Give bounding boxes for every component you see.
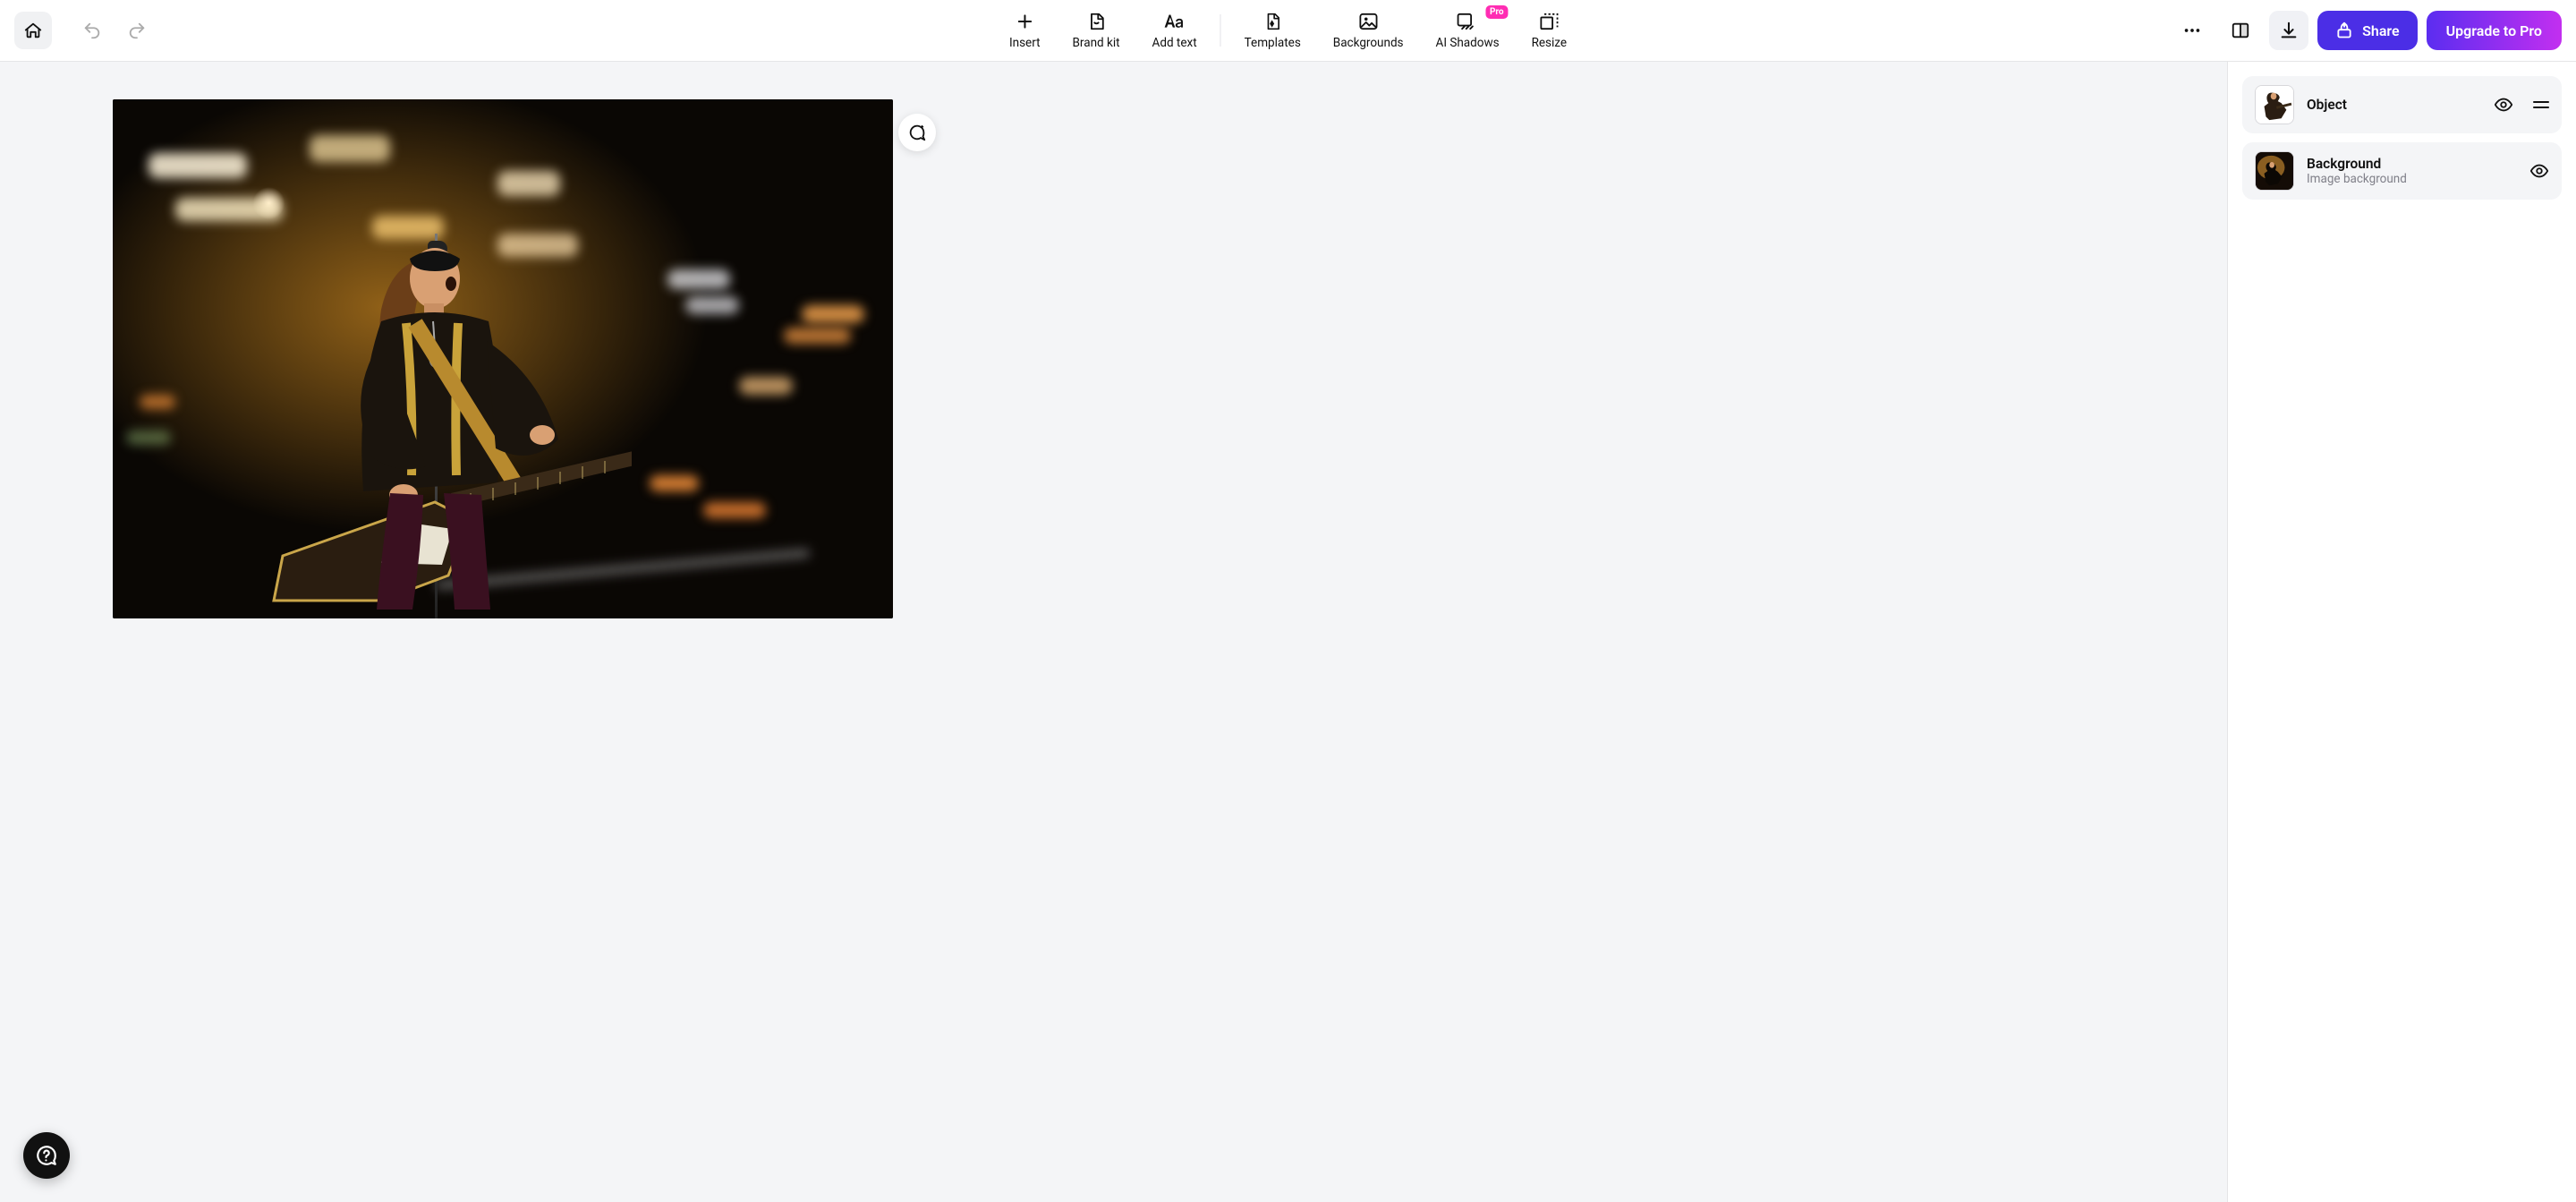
- bokeh: [310, 135, 390, 162]
- bokeh: [667, 269, 730, 289]
- layer-object[interactable]: Object: [2242, 76, 2562, 133]
- comment-icon: [907, 123, 927, 142]
- backgrounds-button[interactable]: Backgrounds: [1317, 11, 1420, 50]
- layer-object-thumb: [2255, 85, 2294, 124]
- guitarist-object[interactable]: [247, 225, 632, 610]
- aishadows-button[interactable]: Pro AI Shadows: [1420, 11, 1516, 50]
- text-icon: [1163, 13, 1186, 30]
- backgrounds-label: Backgrounds: [1333, 36, 1404, 50]
- canvas-area[interactable]: [0, 62, 2227, 1202]
- layer-background-title: Background: [2307, 156, 2407, 172]
- layer-background-thumb: [2255, 151, 2294, 191]
- layer-background-subtitle: Image background: [2307, 172, 2407, 186]
- insert-label: Insert: [1009, 36, 1041, 50]
- more-icon: [2182, 21, 2202, 40]
- bokeh: [497, 171, 560, 196]
- main-area: Object Background Image background: [0, 62, 2576, 1202]
- layer-object-drag[interactable]: [2533, 98, 2549, 111]
- undo-redo-group: [81, 19, 149, 42]
- addtext-button[interactable]: Add text: [1136, 11, 1213, 50]
- help-button[interactable]: [23, 1132, 70, 1179]
- undo-icon: [82, 21, 102, 40]
- brandkit-icon: [1086, 12, 1106, 31]
- bokeh: [126, 431, 171, 445]
- bokeh: [802, 305, 864, 323]
- guitarist-illustration: [247, 225, 632, 610]
- home-icon: [23, 21, 43, 40]
- layer-object-title: Object: [2307, 97, 2347, 113]
- bokeh: [140, 395, 175, 409]
- upgrade-label: Upgrade to Pro: [2446, 22, 2542, 39]
- eye-icon: [2494, 95, 2513, 115]
- download-button[interactable]: [2269, 11, 2308, 50]
- layer-background[interactable]: Background Image background: [2242, 142, 2562, 200]
- redo-button[interactable]: [125, 19, 149, 42]
- bokeh: [685, 296, 739, 314]
- insert-button[interactable]: Insert: [993, 11, 1057, 50]
- bokeh: [703, 502, 766, 518]
- upgrade-button[interactable]: Upgrade to Pro: [2427, 11, 2562, 50]
- addtext-label: Add text: [1152, 36, 1197, 50]
- home-button[interactable]: [14, 12, 52, 49]
- plus-icon: [1016, 13, 1033, 30]
- layer-object-visibility[interactable]: [2494, 95, 2513, 115]
- layer-background-visibility[interactable]: [2529, 161, 2549, 181]
- drag-icon: [2533, 98, 2549, 111]
- toolbar-center: Insert Brand kit Add text Templates Back…: [993, 11, 1583, 50]
- toolbar-separator: [1220, 14, 1221, 47]
- bokeh: [175, 198, 283, 221]
- resize-icon: [1539, 13, 1559, 30]
- canvas[interactable]: [113, 99, 893, 618]
- undo-button[interactable]: [81, 19, 104, 42]
- backgrounds-icon: [1358, 13, 1378, 30]
- brandkit-button[interactable]: Brand kit: [1057, 11, 1136, 50]
- help-icon: [35, 1144, 58, 1167]
- top-toolbar: Insert Brand kit Add text Templates Back…: [0, 0, 2576, 62]
- download-icon: [2279, 21, 2299, 40]
- resize-label: Resize: [1532, 36, 1567, 50]
- templates-button[interactable]: Templates: [1228, 11, 1317, 50]
- templates-icon: [1263, 12, 1281, 31]
- layers-panel: Object Background Image background: [2227, 62, 2576, 1202]
- aishadows-label: AI Shadows: [1436, 36, 1500, 50]
- toolbar-right: Share Upgrade to Pro: [2172, 11, 2562, 50]
- redo-icon: [127, 21, 147, 40]
- resize-button[interactable]: Resize: [1516, 11, 1583, 50]
- bokeh: [784, 328, 851, 344]
- compare-button[interactable]: [2221, 11, 2260, 50]
- share-label: Share: [2362, 22, 2400, 39]
- share-icon: [2335, 21, 2353, 39]
- bokeh: [650, 475, 699, 491]
- share-button[interactable]: Share: [2317, 11, 2418, 50]
- templates-label: Templates: [1245, 36, 1301, 50]
- bokeh: [149, 153, 247, 178]
- more-button[interactable]: [2172, 11, 2212, 50]
- canvas-outer: [113, 99, 893, 618]
- pro-badge: Pro: [1485, 5, 1509, 19]
- brandkit-label: Brand kit: [1073, 36, 1120, 50]
- bokeh: [739, 377, 793, 395]
- aishadows-icon: [1456, 13, 1479, 30]
- comment-button[interactable]: [898, 114, 936, 151]
- compare-icon: [2231, 21, 2250, 40]
- eye-icon: [2529, 161, 2549, 181]
